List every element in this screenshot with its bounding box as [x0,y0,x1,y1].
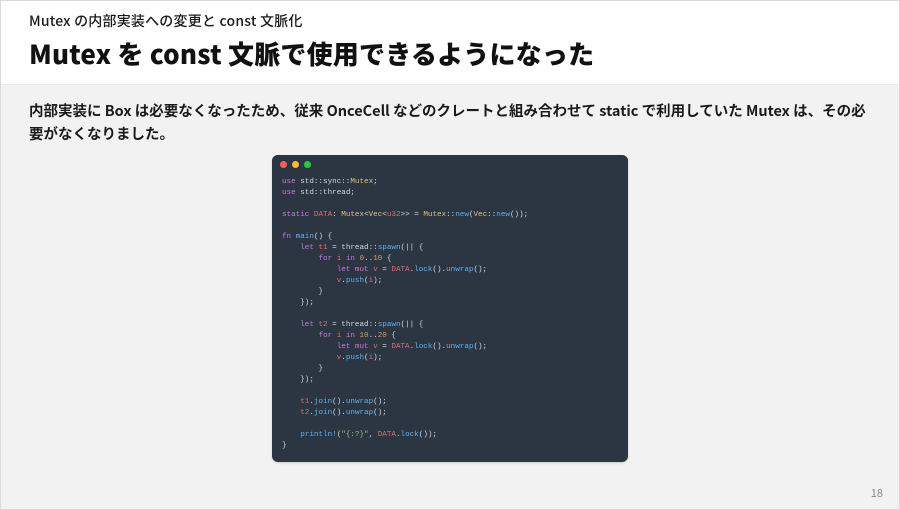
page-title: Mutex を const 文脈で使用できるようになった [29,35,871,72]
page-number: 18 [871,485,883,501]
slide-body: 内部実装に Box は必要なくなったため、従来 OnceCell などのクレート… [1,85,899,509]
code-editor-window: use std::sync::Mutex; use std::thread; s… [272,155,628,462]
slide-header: Mutex の内部実装への変更と const 文脈化 Mutex を const… [1,1,899,85]
close-icon [280,161,287,168]
slide: Mutex の内部実装への変更と const 文脈化 Mutex を const… [0,0,900,510]
kicker-text: Mutex の内部実装への変更と const 文脈化 [29,11,871,31]
minimize-icon [292,161,299,168]
zoom-icon [304,161,311,168]
window-traffic-lights [272,155,628,173]
code-area: use std::sync::Mutex; use std::thread; s… [29,155,871,509]
lead-paragraph: 内部実装に Box は必要なくなったため、従来 OnceCell などのクレート… [29,99,871,145]
code-block: use std::sync::Mutex; use std::thread; s… [272,173,628,462]
